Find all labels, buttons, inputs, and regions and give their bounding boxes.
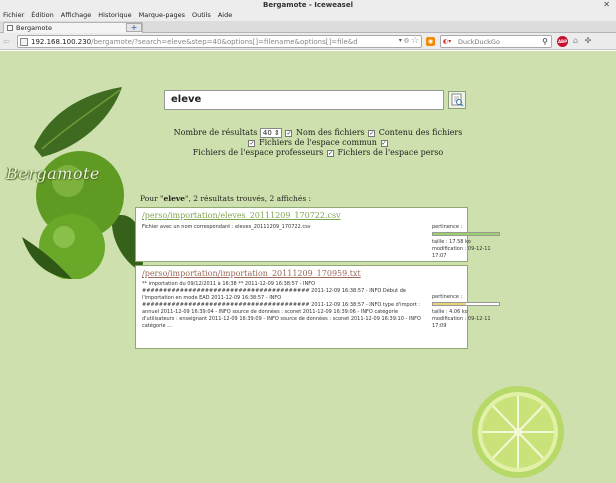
search-engine-icon[interactable]: ◐▾ (443, 38, 456, 46)
adblock-icon[interactable]: ABP (557, 36, 568, 47)
menu-history[interactable]: Historique (98, 10, 131, 21)
summary-prefix: Pour " (140, 194, 164, 203)
search-options: Nombre de résultats 40 ⇕ ✓ Nom des fichi… (168, 128, 468, 158)
menu-help[interactable]: Aide (218, 10, 232, 21)
tab-bergamote[interactable]: Bergamote (3, 22, 143, 33)
result-title-link[interactable]: /perso/importation/importation_20111209_… (142, 269, 361, 278)
nb-results-value: 40 (262, 129, 272, 137)
navigation-bar: ⇦ 192.168.100.230/bergamote/?search=elev… (0, 33, 616, 50)
logo-text: Bergamote (6, 164, 100, 183)
lime-slice-decoration (472, 386, 564, 478)
result-meta: pertinence : taille : 4.06 ko modificati… (432, 294, 504, 330)
pertinence-label: pertinence : (432, 294, 463, 300)
url-host: 192.168.100.230 (31, 38, 92, 46)
summary-term: eleve (163, 194, 186, 203)
content-label: Contenu des fichiers (378, 128, 463, 137)
url-dropdown-icon[interactable]: ▾ ◎ (399, 37, 409, 44)
modification-date: modification : 09-12-11 17:09 (432, 316, 491, 329)
url-bar[interactable]: 192.168.100.230/bergamote/?search=eleve&… (17, 35, 422, 48)
rss-icon[interactable]: ◉ (426, 37, 435, 46)
result-card: /perso/importation/importation_20111209_… (135, 265, 500, 349)
menu-bar: Fichier Édition Affichage Historique Mar… (0, 10, 616, 21)
pertinence-bar-fill (433, 233, 499, 235)
search-input[interactable]: eleve (164, 90, 444, 110)
site-identity-icon[interactable] (20, 38, 28, 46)
search-document-icon[interactable] (448, 91, 466, 109)
page-icon (7, 25, 13, 31)
search-bar[interactable]: ◐▾ ⚲ (440, 35, 552, 48)
pertinence-bar (432, 302, 500, 306)
back-arrow-icon[interactable]: ⇦ (3, 37, 12, 46)
result-snippet: ** importation du 09/12/2011 à 16:38 ** … (142, 281, 421, 329)
close-window-icon[interactable]: ✕ (603, 0, 610, 9)
filename-checkbox[interactable]: ✓ (285, 129, 293, 137)
results-summary: Pour "eleve", 2 résultats trouvés, 2 aff… (140, 194, 311, 203)
tab-strip: Bergamote + (0, 21, 616, 33)
modification-date: modification : 09-12-11 17:07 (432, 246, 491, 259)
tab-label: Bergamote (16, 24, 52, 32)
prof-space-checkbox[interactable]: ✓ (326, 149, 334, 157)
new-tab-button[interactable]: + (126, 23, 142, 32)
url-text: 192.168.100.230/bergamote/?search=eleve&… (31, 37, 358, 47)
file-size: taille : 4.06 ko (432, 309, 468, 315)
summary-suffix: ", 2 résultats trouvés, 2 affichés : (185, 194, 312, 203)
menu-tools[interactable]: Outils (192, 10, 211, 21)
menu-bookmarks[interactable]: Marque-pages (139, 10, 185, 21)
window-title: Bergamote - Iceweasel (263, 1, 353, 9)
result-meta: pertinence : taille : 17.58 ko modificat… (432, 224, 504, 260)
common-space-label: Fichiers de l'espace commun (259, 138, 377, 147)
result-card: /perso/importation/eleves_20111209_17072… (135, 207, 500, 262)
bergamote-logo (22, 87, 144, 279)
pertinence-label: pertinence : (432, 224, 463, 230)
page-content: Bergamote eleve Nombre de résultats 40 ⇕… (0, 51, 616, 483)
star-icon[interactable]: ☆ (411, 36, 419, 47)
window-titlebar: Bergamote - Iceweasel ✕ (0, 0, 616, 10)
pertinence-bar (432, 232, 500, 236)
result-title-link[interactable]: /perso/importation/eleves_20111209_17072… (142, 211, 341, 220)
perso-space-label: Fichiers de l'espace perso (337, 148, 444, 157)
menu-view[interactable]: Affichage (61, 10, 92, 21)
url-path: /bergamote/?search=eleve&step=40&options… (91, 38, 358, 46)
menu-edit[interactable]: Édition (31, 10, 54, 21)
file-size: taille : 17.58 ko (432, 239, 471, 245)
nb-results-label: Nombre de résultats (173, 128, 258, 137)
prof-space-label: Fichiers de l'espace professeurs (192, 148, 324, 157)
result-snippet: Fichier avec un nom correspondant : elev… (142, 224, 311, 230)
search-engine-input[interactable] (458, 37, 536, 47)
content-checkbox[interactable]: ✓ (368, 129, 376, 137)
pertinence-bar-fill (433, 303, 466, 305)
toolbar-extra-icons[interactable]: ⌂ ✤ (573, 36, 593, 45)
filename-label: Nom des fichiers (296, 128, 365, 137)
menu-file[interactable]: Fichier (3, 10, 24, 21)
nb-results-select[interactable]: 40 ⇕ (259, 128, 282, 138)
common-space-checkbox-2[interactable]: ✓ (380, 139, 388, 147)
magnifier-icon[interactable]: ⚲ (542, 36, 548, 47)
common-space-checkbox[interactable]: ✓ (248, 139, 256, 147)
